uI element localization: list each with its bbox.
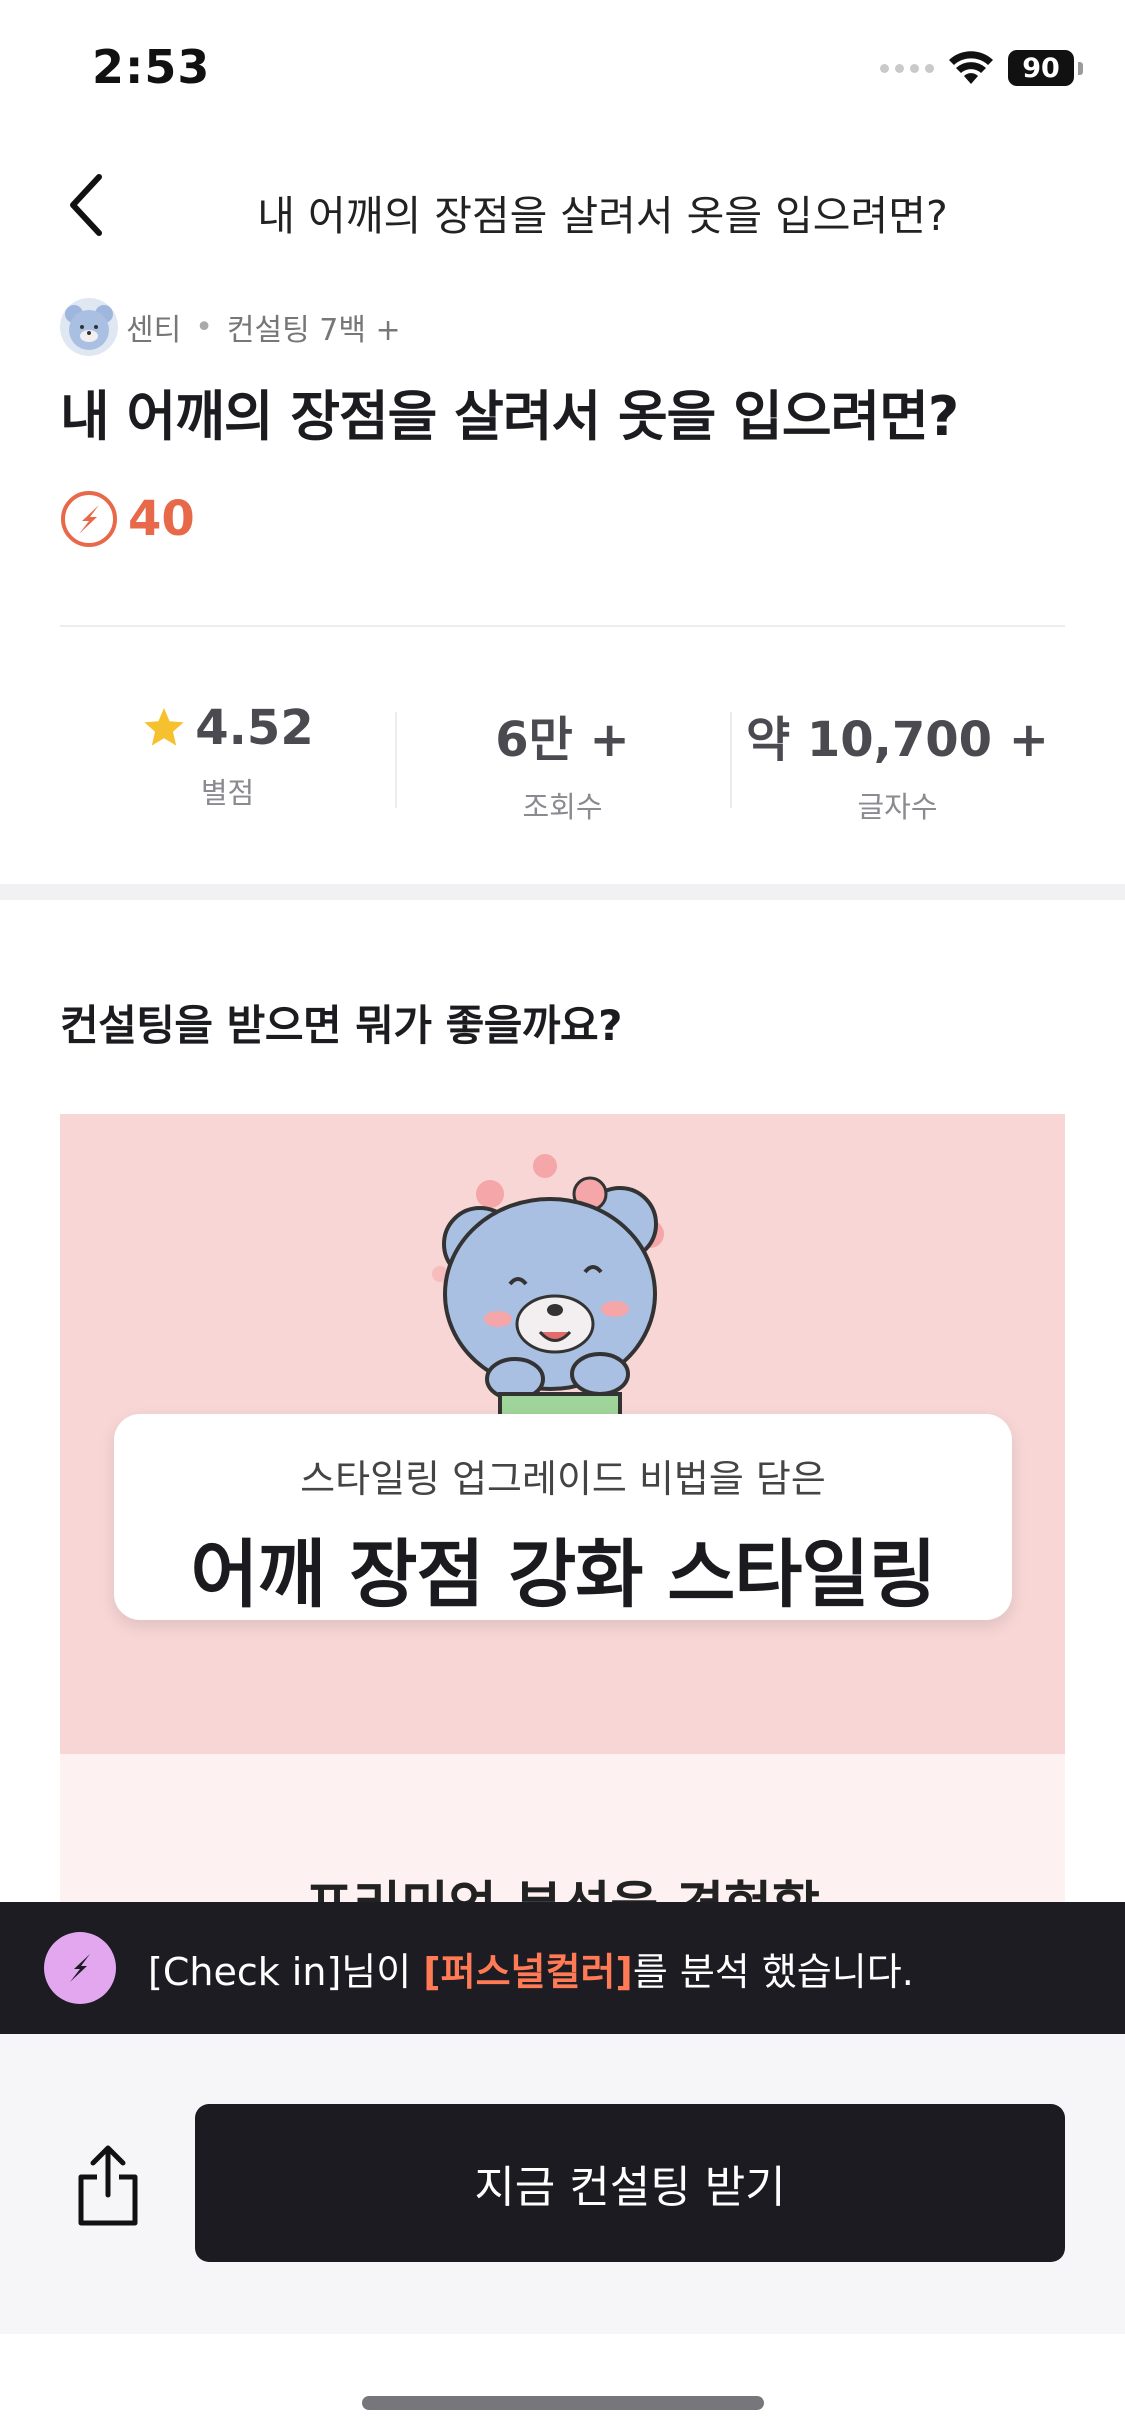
nav-bar: 내 어깨의 장점을 살려서 옷을 입으려면? bbox=[0, 150, 1125, 260]
status-time: 2:53 bbox=[92, 40, 211, 94]
avatar bbox=[60, 298, 118, 356]
stat-characters-label: 글자수 bbox=[857, 790, 938, 824]
banner-card: 스타일링 업그레이드 비법을 담은 어깨 장점 강화 스타일링 bbox=[114, 1414, 1012, 1620]
divider bbox=[60, 625, 1065, 627]
stat-views-label: 조회수 bbox=[522, 790, 603, 824]
lightning-points-icon bbox=[61, 491, 117, 547]
battery-icon: 90 bbox=[1008, 50, 1074, 86]
author-separator: • bbox=[195, 309, 213, 345]
stats-row: 4.52 별점 6만 + 조회수 약 10,700 + 글자수 bbox=[60, 700, 1065, 824]
stat-views-value: 6만 + bbox=[495, 712, 630, 768]
bottom-action-bar: 지금 컨설팅 받기 bbox=[0, 2034, 1125, 2334]
back-button[interactable] bbox=[50, 170, 120, 240]
share-icon bbox=[78, 2145, 138, 2226]
banner-lower-section: 프리미엄 분석을 경험할 bbox=[60, 1754, 1065, 1904]
stat-views: 6만 + 조회수 bbox=[395, 700, 730, 824]
author-consult-count: 컨설팅 7백 + bbox=[226, 313, 401, 348]
status-bar: 2:53 90 bbox=[0, 0, 1125, 140]
promo-banner: 스타일링 업그레이드 비법을 담은 어깨 장점 강화 스타일링 bbox=[60, 1114, 1065, 1754]
notice-prefix: [Check in]님이 bbox=[148, 1949, 424, 1994]
stat-rating: 4.52 별점 bbox=[60, 700, 395, 820]
notice-text: [Check in]님이 [퍼스널컬러]를 분석 했습니다. bbox=[148, 1941, 914, 1996]
stat-rating-value: 4.52 bbox=[195, 700, 314, 756]
stat-characters-value: 약 10,700 + bbox=[745, 712, 1050, 768]
banner-title: 어깨 장점 강화 스타일링 bbox=[190, 1532, 936, 1618]
lightning-icon bbox=[44, 1932, 116, 2004]
home-indicator bbox=[362, 2396, 764, 2410]
stat-rating-label: 별점 bbox=[200, 776, 255, 810]
cellular-signal-icon bbox=[880, 63, 934, 73]
mascot-avatar-icon bbox=[65, 305, 113, 350]
author-row[interactable]: 센티 • 컨설팅 7백 + bbox=[60, 298, 401, 356]
section-separator bbox=[0, 884, 1125, 900]
notice-highlight: [퍼스널컬러] bbox=[423, 1949, 633, 1994]
star-icon bbox=[144, 708, 184, 746]
points-value: 40 bbox=[128, 491, 195, 547]
author-name: 센티 bbox=[126, 313, 182, 348]
stat-characters: 약 10,700 + 글자수 bbox=[730, 700, 1065, 824]
bear-mascot-illustration bbox=[432, 1154, 664, 1434]
notice-suffix: 를 분석 했습니다. bbox=[632, 1949, 914, 1994]
points-row: 40 bbox=[60, 490, 195, 548]
post-title: 내 어깨의 장점을 살려서 옷을 입으려면? bbox=[60, 385, 959, 448]
section-heading: 컨설팅을 받으면 뭐가 좋을까요? bbox=[60, 1001, 623, 1050]
share-button[interactable] bbox=[70, 2140, 146, 2230]
start-consulting-button[interactable]: 지금 컨설팅 받기 bbox=[195, 2104, 1065, 2262]
banner-lower-text: 프리미엄 분석을 경험할 bbox=[60, 1864, 1065, 1904]
wifi-icon bbox=[949, 51, 993, 84]
status-indicators: 90 bbox=[880, 50, 1083, 86]
banner-subtitle: 스타일링 업그레이드 비법을 담은 bbox=[300, 1457, 826, 1501]
nav-title: 내 어깨의 장점을 살려서 옷을 입으려면? bbox=[257, 192, 948, 240]
battery-tip bbox=[1078, 61, 1083, 75]
activity-notice-bar[interactable]: [Check in]님이 [퍼스널컬러]를 분석 했습니다. bbox=[0, 1902, 1125, 2034]
chevron-left-icon bbox=[70, 174, 102, 236]
